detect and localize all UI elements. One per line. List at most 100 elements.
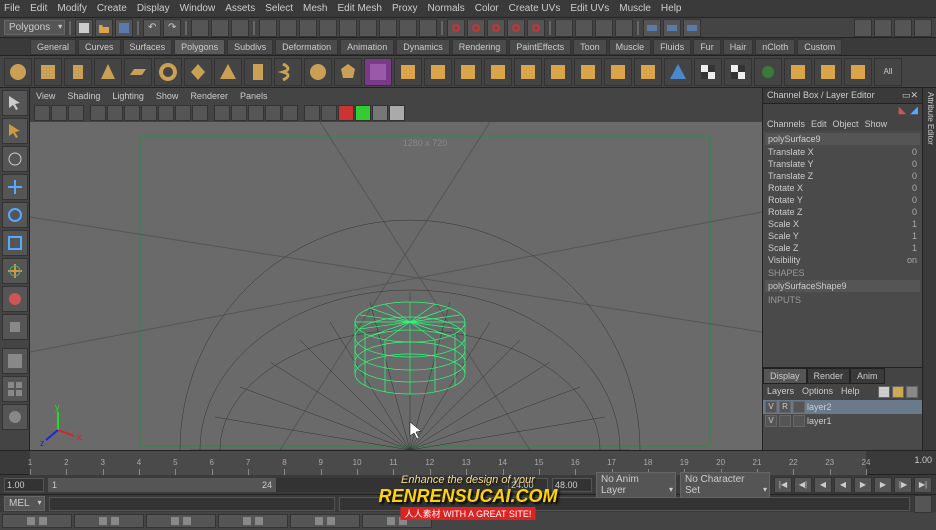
poly-tool-icon[interactable] <box>694 58 722 86</box>
poly-tool-icon[interactable] <box>424 58 452 86</box>
new-layer-assign-icon[interactable] <box>892 386 904 398</box>
side-tab-attribute-editor[interactable]: Attribute Editor <box>922 88 936 450</box>
new-scene-icon[interactable] <box>75 19 93 37</box>
goto-start-icon[interactable]: |◀ <box>774 477 792 493</box>
shelf-tab-rendering[interactable]: Rendering <box>452 39 508 55</box>
range-start-outer[interactable] <box>4 478 44 492</box>
poly-cube-icon[interactable] <box>34 58 62 86</box>
layer-vis-toggle[interactable]: V <box>765 401 777 413</box>
poly-tool-icon[interactable] <box>724 58 752 86</box>
step-back-key-icon[interactable]: ◀| <box>794 477 812 493</box>
attr-label[interactable]: Rotate Y <box>768 194 803 206</box>
new-layer-icon[interactable] <box>878 386 890 398</box>
attr-value[interactable]: 1 <box>912 242 917 254</box>
vp-safe-action-icon[interactable] <box>175 105 191 121</box>
layer-type-toggle[interactable]: R <box>779 401 791 413</box>
attr-label[interactable]: Scale X <box>768 218 799 230</box>
mask-icon[interactable] <box>399 19 417 37</box>
menu-edit[interactable]: Edit <box>30 3 47 14</box>
history-icon[interactable] <box>555 19 573 37</box>
layer-color-swatch[interactable] <box>793 401 805 413</box>
menu-edituvs[interactable]: Edit UVs <box>570 3 609 14</box>
vp-xray-icon[interactable] <box>321 105 337 121</box>
mask-icon[interactable] <box>279 19 297 37</box>
layer-up-icon[interactable] <box>906 386 918 398</box>
history-icon[interactable] <box>615 19 633 37</box>
poly-torus-icon[interactable] <box>154 58 182 86</box>
panel-close-icon[interactable]: ▭✕ <box>902 90 918 101</box>
shelf-tab-curves[interactable]: Curves <box>78 39 121 55</box>
manip-speed-icon[interactable]: ◣ <box>899 105 907 116</box>
layer-vis-toggle[interactable]: V <box>765 415 777 427</box>
menu-muscle[interactable]: Muscle <box>619 3 651 14</box>
menu-display[interactable]: Display <box>137 3 170 14</box>
shelf-tab-surfaces[interactable]: Surfaces <box>123 39 173 55</box>
vp-safe-title-icon[interactable] <box>192 105 208 121</box>
vp-gate-mask-icon[interactable] <box>141 105 157 121</box>
snap-curve-icon[interactable] <box>467 19 485 37</box>
menu-proxy[interactable]: Proxy <box>392 3 418 14</box>
poly-tool-icon[interactable] <box>574 58 602 86</box>
shelf-tab-deformation[interactable]: Deformation <box>275 39 338 55</box>
menu-create[interactable]: Create <box>97 3 127 14</box>
layout-four-icon[interactable] <box>2 376 28 402</box>
attr-value[interactable]: on <box>907 254 917 266</box>
vp-field-chart-icon[interactable] <box>158 105 174 121</box>
poly-tool-icon[interactable] <box>634 58 662 86</box>
poly-tool-icon[interactable] <box>754 58 782 86</box>
layout-pref-icon[interactable] <box>2 404 28 430</box>
render-settings-icon[interactable] <box>683 19 701 37</box>
poly-tool-icon[interactable] <box>664 58 692 86</box>
mask-icon[interactable] <box>319 19 337 37</box>
layer-type-toggle[interactable] <box>779 415 791 427</box>
layer-name[interactable]: layer2 <box>807 402 832 412</box>
shelf-all-icon[interactable]: All <box>874 58 902 86</box>
vp-menu-panels[interactable]: Panels <box>240 91 268 101</box>
range-end-total[interactable] <box>552 478 592 492</box>
vp-camera-icon[interactable] <box>34 105 50 121</box>
vp-light-icon[interactable] <box>265 105 281 121</box>
shelf-tab-ncloth[interactable]: nCloth <box>755 39 795 55</box>
open-scene-icon[interactable] <box>95 19 113 37</box>
shelf-tab-toon[interactable]: Toon <box>573 39 607 55</box>
poly-tool-icon[interactable] <box>544 58 572 86</box>
object-name-field[interactable]: polySurface9 <box>765 133 920 145</box>
select-by-hierarchy-icon[interactable] <box>191 19 209 37</box>
vp-grid-icon[interactable] <box>90 105 106 121</box>
cb-menu-show[interactable]: Show <box>865 119 888 129</box>
snap-live-icon[interactable] <box>527 19 545 37</box>
poly-tool-icon[interactable] <box>604 58 632 86</box>
layer-color-swatch[interactable] <box>793 415 805 427</box>
poly-tool-icon[interactable] <box>484 58 512 86</box>
poly-cylinder-icon[interactable] <box>64 58 92 86</box>
mask-icon[interactable] <box>259 19 277 37</box>
attr-value[interactable]: 1 <box>912 230 917 242</box>
vp-menu-lighting[interactable]: Lighting <box>112 91 144 101</box>
cb-menu-object[interactable]: Object <box>833 119 859 129</box>
vp-film-gate-icon[interactable] <box>107 105 123 121</box>
poly-helix-icon[interactable] <box>274 58 302 86</box>
ipr-render-icon[interactable] <box>663 19 681 37</box>
vp-res-gate-icon[interactable] <box>124 105 140 121</box>
rotate-tool-icon[interactable] <box>2 202 28 228</box>
shelf-tab-hair[interactable]: Hair <box>723 39 754 55</box>
menu-select[interactable]: Select <box>265 3 293 14</box>
vp-menu-show[interactable]: Show <box>156 91 179 101</box>
menu-createuvs[interactable]: Create UVs <box>509 3 561 14</box>
vp-bookmark-icon[interactable] <box>51 105 67 121</box>
show-manip-icon[interactable] <box>2 314 28 340</box>
layer-tab-anim[interactable]: Anim <box>850 368 885 384</box>
step-forward-key-icon[interactable]: |▶ <box>894 477 912 493</box>
undo-icon[interactable]: ↶ <box>143 19 161 37</box>
shelf-tab-dynamics[interactable]: Dynamics <box>396 39 450 55</box>
vp-isolate-icon[interactable] <box>304 105 320 121</box>
mask-icon[interactable] <box>379 19 397 37</box>
mask-icon[interactable] <box>299 19 317 37</box>
layout-icon[interactable] <box>874 19 892 37</box>
soft-mod-icon[interactable] <box>2 286 28 312</box>
menu-color[interactable]: Color <box>475 3 499 14</box>
menu-help[interactable]: Help <box>661 3 682 14</box>
layer-name[interactable]: layer1 <box>807 416 832 426</box>
move-tool-icon[interactable] <box>2 174 28 200</box>
layer-tab-render[interactable]: Render <box>807 368 851 384</box>
